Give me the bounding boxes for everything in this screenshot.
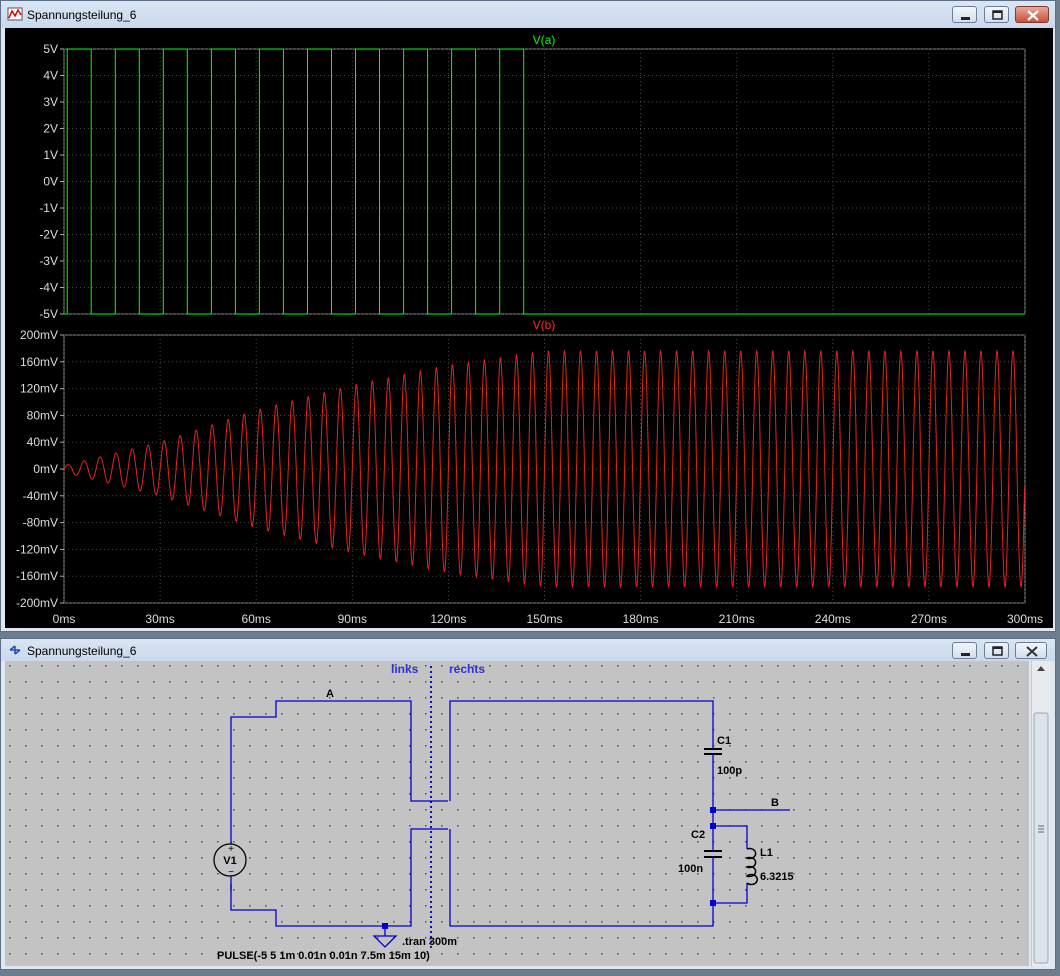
y-tick-label: -3V: [39, 254, 58, 268]
y-tick-label: -120mV: [16, 542, 58, 556]
scrollbar-graphics: [1033, 666, 1049, 964]
label-node-a[interactable]: A: [326, 688, 334, 700]
pane-va[interactable]: 5V 4V 3V 2V 1V 0V -1V -2V -3V -4V -5V V(a): [39, 33, 1026, 321]
close-icon: [1026, 646, 1038, 657]
x-tick-label: 150ms: [526, 612, 562, 626]
y-tick-label: -5V: [39, 307, 58, 321]
y-tick-label: 40mV: [27, 435, 58, 449]
svg-text:−: −: [228, 867, 234, 878]
label-c2-value[interactable]: 100n: [678, 863, 703, 875]
label-c2[interactable]: C2: [691, 829, 705, 841]
waveform-app-icon: [7, 7, 23, 21]
x-tick-label: 90ms: [338, 612, 367, 626]
y-tick-label: -4V: [39, 281, 58, 295]
label-c1-value[interactable]: 100p: [717, 765, 742, 777]
schematic-minimize-button[interactable]: [952, 642, 977, 659]
y-tick-label: 200mV: [20, 328, 58, 342]
schematic-app-icon: [9, 645, 21, 655]
waveform-window: Spannungsteilung_6 5V 4V 3V 2V 1V 0V -1V -2V -3V…: [0, 0, 1056, 632]
maximize-icon: [992, 646, 1003, 656]
y-tick-label: 3V: [43, 95, 58, 109]
y-tick-label: -2V: [39, 228, 58, 242]
y-tick-label: 2V: [43, 122, 58, 136]
label-links[interactable]: links: [391, 662, 419, 676]
waveform-titlebar[interactable]: Spannungsteilung_6: [1, 1, 1055, 28]
y-tick-label: 0V: [43, 175, 58, 189]
svg-text:+: +: [228, 844, 234, 855]
close-button[interactable]: [1015, 6, 1049, 23]
schematic-window-title: Spannungsteilung_6: [27, 644, 137, 658]
y-tick-label: -1V: [39, 201, 58, 215]
x-tick-label: 270ms: [911, 612, 947, 626]
pane-vb[interactable]: 200mV 160mV 120mV 80mV 40mV 0mV -40mV -80mV -120…: [16, 318, 1026, 610]
schematic-titlebar[interactable]: Spannungsteilung_6: [1, 639, 1055, 661]
maximize-button[interactable]: [984, 6, 1009, 23]
y-tick-label: -80mV: [23, 516, 58, 530]
pane-va-y-axis: 5V 4V 3V 2V 1V 0V -1V -2V -3V -4V -5V: [39, 42, 64, 321]
x-tick-label: 180ms: [623, 612, 659, 626]
x-axis: 0ms 30ms 60ms 90ms 120ms 150ms 180ms 210ms 240ms…: [53, 612, 1043, 626]
maximize-icon: [992, 10, 1003, 20]
schematic-canvas[interactable]: links rechts + − V1 C1 100p C2 100n L1 6…: [5, 661, 1029, 966]
schematic-close-button[interactable]: [1015, 642, 1047, 659]
v1-source-value[interactable]: PULSE(-5 5 1m 0.01n 0.01n 7.5m 15m 10): [217, 950, 430, 962]
x-tick-label: 240ms: [815, 612, 851, 626]
waveform-window-title: Spannungsteilung_6: [27, 8, 137, 22]
x-tick-label: 60ms: [242, 612, 271, 626]
pane-va-title[interactable]: V(a): [533, 33, 556, 47]
x-tick-label: 30ms: [145, 612, 174, 626]
close-icon: [1027, 10, 1039, 21]
y-tick-label: 5V: [43, 42, 58, 56]
schematic-vertical-scrollbar[interactable]: [1031, 661, 1050, 966]
y-tick-label: 160mV: [20, 355, 58, 369]
schematic-window: Spannungsteilung_6 links rechts + − V1 C…: [0, 638, 1056, 970]
tran-directive[interactable]: .tran 300m: [402, 936, 457, 948]
y-tick-label: 80mV: [27, 408, 58, 422]
y-tick-label: 4V: [43, 69, 58, 83]
y-tick-label: -160mV: [16, 569, 58, 583]
y-tick-label: 120mV: [20, 382, 58, 396]
x-tick-label: 120ms: [430, 612, 466, 626]
waveform-plot[interactable]: 5V 4V 3V 2V 1V 0V -1V -2V -3V -4V -5V V(a) 200mV 16…: [5, 28, 1053, 628]
minimize-icon: [961, 17, 970, 20]
x-tick-label: 210ms: [719, 612, 755, 626]
label-node-b[interactable]: B: [771, 797, 779, 809]
minimize-icon: [961, 653, 970, 656]
x-tick-label: 300ms: [1007, 612, 1043, 626]
label-rechts[interactable]: rechts: [449, 662, 485, 676]
minimize-button[interactable]: [952, 6, 977, 23]
pane-vb-y-axis: 200mV 160mV 120mV 80mV 40mV 0mV -40mV -80mV -120…: [16, 328, 64, 610]
waveform-plot-area[interactable]: 5V 4V 3V 2V 1V 0V -1V -2V -3V -4V -5V V(a) 200mV 16…: [5, 28, 1053, 628]
label-l1-value[interactable]: 6.3215: [760, 871, 794, 883]
pane-vb-title[interactable]: V(b): [533, 318, 556, 332]
y-tick-label: 1V: [43, 148, 58, 162]
pane-va-grid: [63, 48, 1026, 315]
x-tick-label: 0ms: [53, 612, 76, 626]
y-tick-label: -200mV: [16, 596, 58, 610]
label-l1[interactable]: L1: [760, 847, 773, 859]
y-tick-label: 0mV: [33, 462, 58, 476]
schematic-maximize-button[interactable]: [984, 642, 1009, 659]
y-tick-label: -40mV: [23, 489, 58, 503]
label-c1[interactable]: C1: [717, 735, 731, 747]
label-v1[interactable]: V1: [223, 855, 236, 867]
